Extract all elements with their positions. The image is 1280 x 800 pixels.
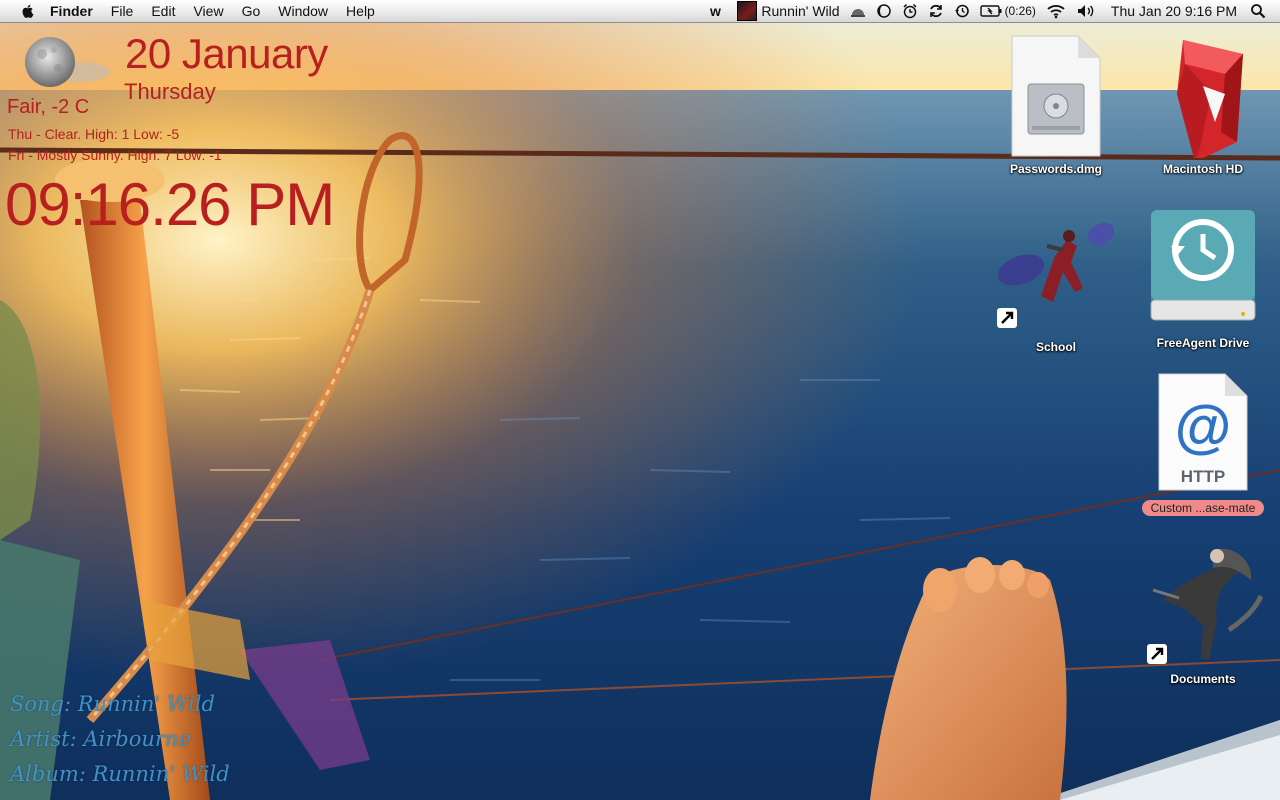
svg-text:w: w	[709, 4, 721, 18]
desktop-icon-documents[interactable]: Documents	[1133, 540, 1273, 688]
alarm-clock-icon[interactable]	[897, 0, 923, 22]
http-location-icon: @ HTTP	[1158, 373, 1248, 491]
svg-text:@: @	[1175, 394, 1232, 459]
desktop-icon-label: School	[1035, 340, 1076, 354]
desktop-icon-custom-case-mate[interactable]: @ HTTP Custom ...ase-mate	[1133, 372, 1273, 517]
alias-character-icon	[1147, 548, 1263, 664]
desktop-icon-label: Documents	[1170, 672, 1236, 686]
weather-condition: Fair, -2 C	[7, 96, 90, 118]
alias-character-icon	[997, 222, 1115, 328]
menu-edit[interactable]: Edit	[142, 0, 184, 22]
menu-file[interactable]: File	[102, 0, 143, 22]
time-machine-drive-icon	[1150, 210, 1256, 321]
desktop-icon-label: Macintosh HD	[1162, 162, 1243, 176]
sync-icon[interactable]	[923, 0, 949, 22]
desktop-icon-macintosh-hd[interactable]: Macintosh HD	[1133, 34, 1273, 178]
wunderlist-icon[interactable]: w	[704, 0, 732, 22]
artist-label: Artist: Airbourne	[10, 727, 191, 751]
now-playing-menu[interactable]: Runnin' Wild	[732, 0, 844, 22]
desktop-icon-label: Custom ...ase-mate	[1141, 500, 1265, 516]
now-playing-title: Runnin' Wild	[761, 3, 840, 19]
disk-image-icon	[1011, 35, 1101, 157]
menubar-clock[interactable]: Thu Jan 20 9:16 PM	[1101, 3, 1245, 19]
svg-text:HTTP: HTTP	[1181, 467, 1225, 486]
dome-icon[interactable]	[845, 0, 871, 22]
time-machine-icon[interactable]	[949, 0, 975, 22]
date-display: 20 January	[125, 30, 328, 77]
desktop-icon-passwords-dmg[interactable]: Passwords.dmg	[986, 34, 1126, 178]
album-art-thumbnail	[737, 1, 758, 21]
weekday-display: Thursday	[124, 79, 216, 104]
menu-finder[interactable]: Finder	[50, 0, 102, 22]
wifi-icon[interactable]	[1041, 0, 1071, 22]
hard-drive-icon	[1177, 40, 1243, 158]
forecast-today: Thu - Clear. High: 1 Low: -5	[8, 126, 180, 142]
menu-help[interactable]: Help	[337, 0, 384, 22]
volume-icon[interactable]	[1071, 0, 1101, 22]
desktop-icon-school[interactable]: School	[986, 216, 1126, 356]
time-display: 09:16.26 PM	[5, 171, 335, 238]
desktop-icon-label: Passwords.dmg	[1009, 162, 1103, 176]
forecast-tomorrow: Fri - Mostly Sunny. High: 7 Low: -1	[8, 147, 222, 163]
menu-view[interactable]: View	[184, 0, 232, 22]
desktop-icon-label: FreeAgent Drive	[1156, 336, 1250, 350]
menu-extras: w Runnin' Wild (0:26) Thu Jan 20 9:16 PM	[704, 0, 1280, 22]
apple-logo-icon[interactable]	[20, 3, 36, 19]
moon-cloud-icon	[8, 34, 113, 99]
desktop-icon-freeagent-drive[interactable]: FreeAgent Drive	[1133, 204, 1273, 352]
battery-time: (0:26)	[1004, 4, 1036, 18]
album-label: Album: Runnin' Wild	[10, 762, 230, 786]
song-label: Song: Runnin' Wild	[10, 692, 215, 716]
battery-icon[interactable]: (0:26)	[975, 0, 1041, 22]
spotlight-icon[interactable]	[1245, 0, 1280, 22]
moon-phase-icon[interactable]	[871, 0, 897, 22]
menu-window[interactable]: Window	[269, 0, 337, 22]
menu-bar: Finder File Edit View Go Window Help w R…	[0, 0, 1280, 23]
menu-go[interactable]: Go	[233, 0, 270, 22]
